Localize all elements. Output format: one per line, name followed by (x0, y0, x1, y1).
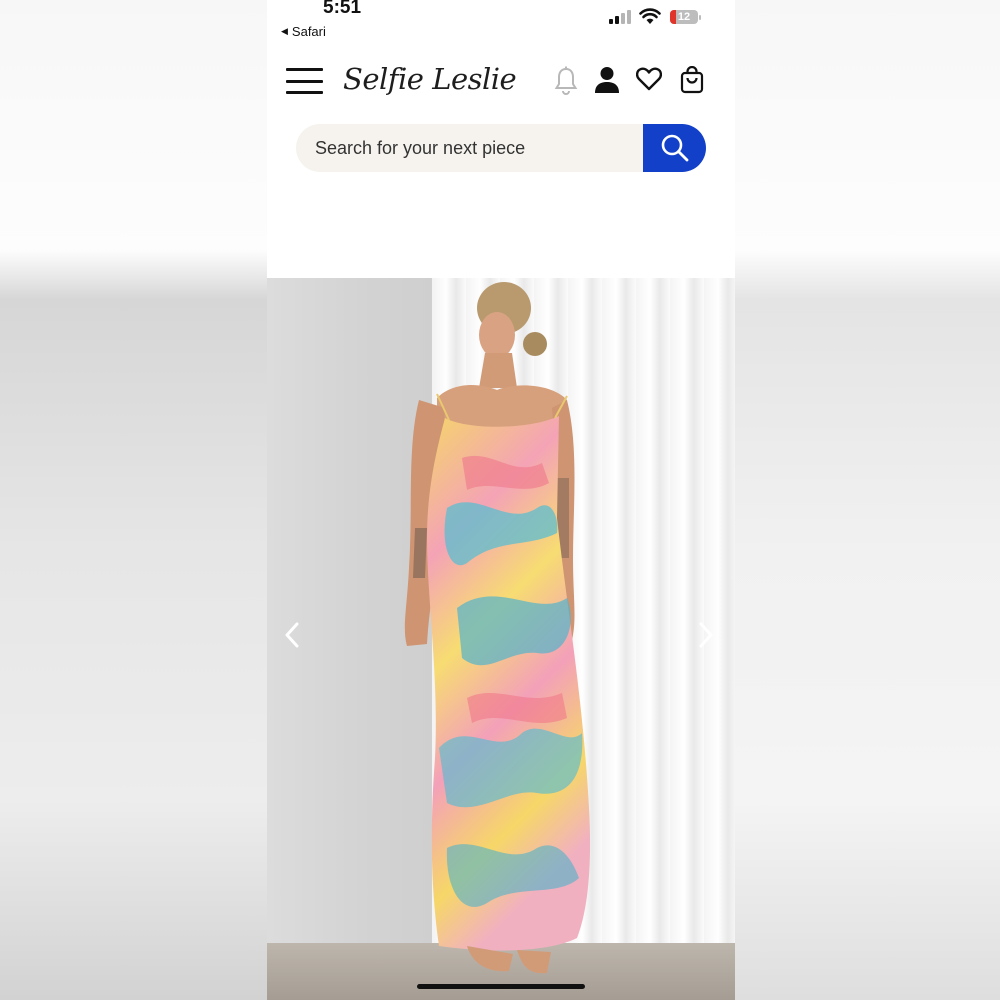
back-to-safari-link[interactable]: ◀ Safari (281, 24, 326, 39)
menu-button[interactable] (286, 68, 323, 94)
brand-logo[interactable]: Selfie Leslie (343, 62, 517, 96)
search-button[interactable] (643, 124, 706, 172)
bell-icon[interactable] (554, 66, 578, 96)
chevron-right-icon (699, 622, 713, 648)
previous-image-button[interactable] (277, 620, 307, 650)
account-icon[interactable] (594, 66, 620, 94)
menu-icon-line (286, 91, 323, 94)
wishlist-heart-icon[interactable] (636, 66, 662, 92)
search-icon (661, 134, 688, 162)
next-image-button[interactable] (691, 620, 721, 650)
wifi-icon (639, 8, 661, 24)
menu-icon-line (286, 68, 323, 71)
shopping-bag-icon[interactable] (680, 66, 704, 94)
home-indicator[interactable] (417, 984, 585, 989)
back-triangle-icon: ◀ (281, 26, 288, 36)
background-blur-right (735, 0, 1000, 1000)
search-bar (296, 124, 706, 172)
battery-cap (699, 15, 701, 20)
menu-icon-line (286, 79, 323, 83)
cellular-signal-icon (609, 10, 631, 24)
background-blur-left (0, 0, 267, 1000)
phone-screen: 5:51 ◀ Safari 12 Selfie Leslie (267, 0, 735, 1000)
battery-icon: 12 (670, 10, 698, 24)
product-image-carousel[interactable] (267, 278, 735, 1000)
search-input[interactable] (296, 124, 644, 172)
battery-level: 12 (677, 11, 691, 23)
back-label: Safari (291, 24, 326, 39)
status-time: 5:51 (323, 0, 362, 18)
product-photo (404, 282, 591, 974)
chevron-left-icon (285, 622, 299, 648)
